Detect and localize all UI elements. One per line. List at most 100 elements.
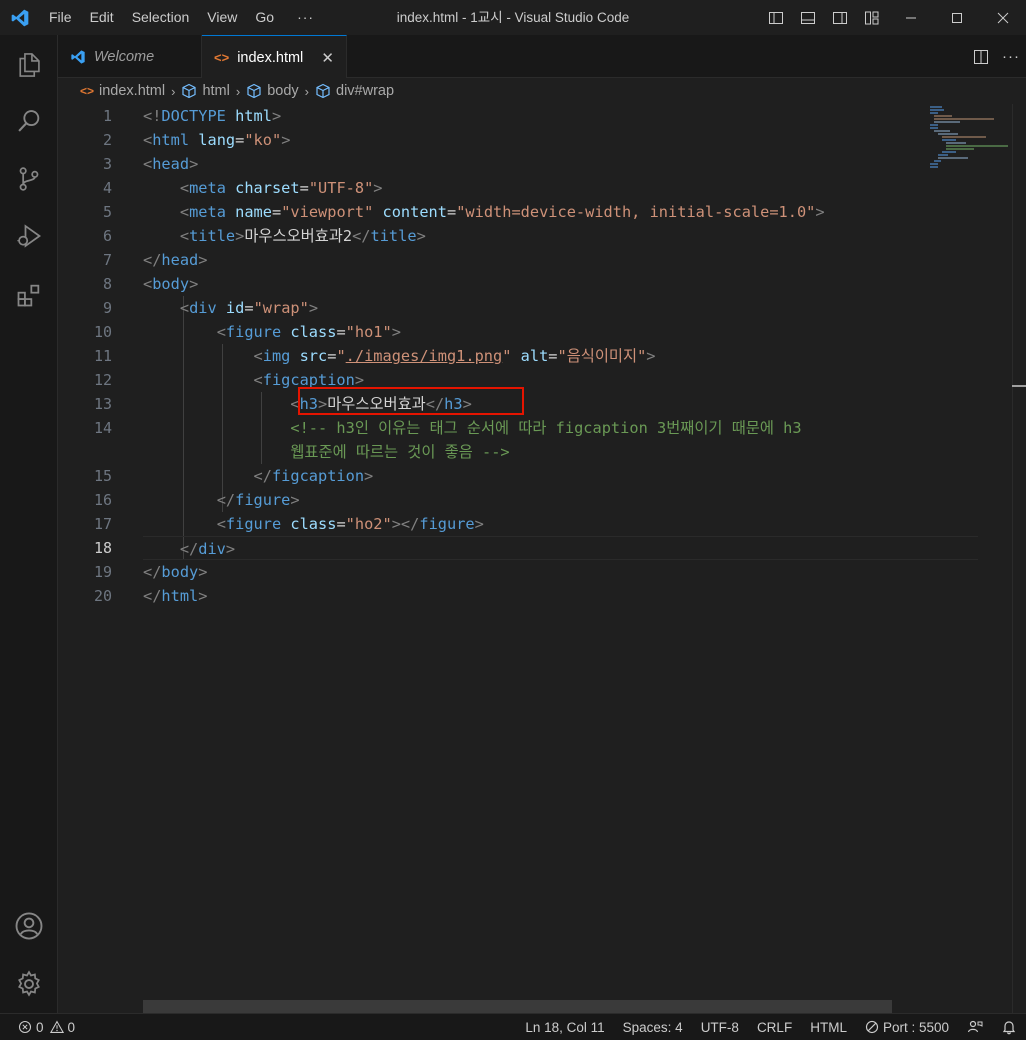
language-mode[interactable]: HTML xyxy=(801,1014,856,1040)
port-label: Port : 5500 xyxy=(882,1019,949,1035)
menu-go[interactable]: Go xyxy=(246,0,283,35)
toggle-primary-sidebar-icon[interactable] xyxy=(760,0,792,35)
symbol-element-icon xyxy=(246,83,262,99)
split-editor-icon[interactable] xyxy=(966,35,996,78)
breadcrumb-html[interactable]: html xyxy=(181,83,230,99)
close-window-icon[interactable] xyxy=(980,0,1026,35)
vertical-scrollbar[interactable] xyxy=(1012,104,1026,1013)
breadcrumb-body-label: body xyxy=(267,83,299,99)
code-line-6: <title>마우스오버효과2</title> xyxy=(179,227,426,245)
tab-label: Welcome xyxy=(94,48,155,65)
explorer-icon[interactable] xyxy=(0,37,58,93)
code-editor[interactable]: 1 2 3 4 5 6 7 8 9 10 11 12 13 14 15 16 1… xyxy=(58,104,1026,1013)
line-number: 2 xyxy=(102,131,112,149)
line-number: 1 xyxy=(102,107,112,125)
highlight-annotation-box xyxy=(298,387,524,415)
encoding[interactable]: UTF-8 xyxy=(692,1014,748,1040)
code-line-7: </head> xyxy=(143,251,208,269)
cursor-position[interactable]: Ln 18, Col 11 xyxy=(516,1014,613,1040)
feedback-icon[interactable] xyxy=(958,1014,992,1040)
line-number xyxy=(58,440,138,464)
code-line-5: <meta name="viewport" content="width=dev… xyxy=(179,203,825,221)
symbol-element-icon xyxy=(181,83,197,99)
source-control-icon[interactable] xyxy=(0,151,58,207)
minimap[interactable] xyxy=(920,104,1026,1013)
breadcrumb-div-wrap[interactable]: div#wrap xyxy=(315,83,394,99)
toggle-secondary-sidebar-icon[interactable] xyxy=(824,0,856,35)
status-bar-right: Ln 18, Col 11 Spaces: 4 UTF-8 CRLF HTML … xyxy=(516,1014,1026,1040)
line-number: 4 xyxy=(102,179,112,197)
manage-gear-icon[interactable] xyxy=(0,956,58,1012)
breadcrumb-body[interactable]: body xyxy=(246,83,299,99)
breadcrumb-file-label: index.html xyxy=(99,83,166,99)
menu-selection[interactable]: Selection xyxy=(123,0,199,35)
breadcrumb-html-label: html xyxy=(202,83,230,99)
close-tab-icon[interactable]: ✕ xyxy=(321,49,334,67)
menu-bar: File Edit Selection View Go ··· xyxy=(40,0,328,35)
image-path-link[interactable]: ./images/img1.png xyxy=(346,347,503,365)
chevron-right-icon: › xyxy=(171,83,176,99)
problems-indicator[interactable]: 0 0 xyxy=(0,1020,75,1035)
editor-actions: ··· xyxy=(966,35,1026,78)
line-number-current: 18 xyxy=(93,539,112,557)
warning-icon xyxy=(49,1020,64,1034)
menu-view[interactable]: View xyxy=(198,0,246,35)
scrollbar-cursor-marker xyxy=(1012,385,1026,387)
code-line-18-current: </div> xyxy=(143,536,978,560)
line-number: 7 xyxy=(102,251,112,269)
menu-more-button[interactable]: ··· xyxy=(283,0,328,35)
run-debug-icon[interactable] xyxy=(0,208,58,264)
breadcrumb-div-label: div#wrap xyxy=(336,83,395,99)
code-line-19: </body> xyxy=(143,563,208,581)
line-number: 3 xyxy=(102,155,112,173)
more-actions-icon[interactable]: ··· xyxy=(996,35,1026,78)
code-line-16: </figure> xyxy=(216,491,300,509)
line-number: 15 xyxy=(93,467,112,485)
warning-count: 0 xyxy=(67,1019,76,1035)
breadcrumb-file[interactable]: <> index.html xyxy=(80,83,165,99)
menu-edit[interactable]: Edit xyxy=(81,0,123,35)
indentation[interactable]: Spaces: 4 xyxy=(614,1014,692,1040)
tab-label: index.html xyxy=(237,49,304,66)
tab-index-html[interactable]: <> index.html ✕ xyxy=(202,35,347,79)
code-line-15: </figcaption> xyxy=(253,467,374,485)
code-line-20: </html> xyxy=(143,587,208,605)
notifications-bell-icon[interactable] xyxy=(992,1014,1026,1040)
live-server-port[interactable]: Port : 5500 xyxy=(856,1014,958,1040)
code-line-8: <body> xyxy=(143,275,199,293)
search-icon[interactable] xyxy=(0,93,58,149)
code-line-3: <head> xyxy=(143,155,199,173)
vscode-logo-icon xyxy=(0,0,40,35)
menu-file[interactable]: File xyxy=(40,0,81,35)
end-of-line[interactable]: CRLF xyxy=(748,1014,801,1040)
code-line-14-wrap: 웹표준에 따르는 것이 좋음 --> xyxy=(290,443,510,461)
code-line-11: <img src="./images/img1.png" alt="음식이미지"… xyxy=(253,347,656,365)
line-number: 11 xyxy=(93,347,112,365)
line-number: 20 xyxy=(93,587,112,605)
error-icon xyxy=(18,1020,32,1034)
line-number: 9 xyxy=(102,299,112,317)
code-line-17: <figure class="ho2"></figure> xyxy=(216,515,484,533)
code-line-4: <meta charset="UTF-8"> xyxy=(179,179,383,197)
code-line-12: <figcaption> xyxy=(253,371,365,389)
line-number: 13 xyxy=(93,395,112,413)
toggle-panel-icon[interactable] xyxy=(792,0,824,35)
line-number: 8 xyxy=(102,275,112,293)
line-number: 16 xyxy=(93,491,112,509)
accounts-icon[interactable] xyxy=(0,898,58,954)
line-number: 17 xyxy=(93,515,112,533)
minimize-icon[interactable] xyxy=(888,0,934,35)
html-file-icon: <> xyxy=(80,84,95,98)
maximize-icon[interactable] xyxy=(934,0,980,35)
code-lines[interactable]: <!DOCTYPE html> <html lang="ko"> <head> … xyxy=(143,104,978,608)
customize-layout-icon[interactable] xyxy=(856,0,888,35)
line-number: 19 xyxy=(93,563,112,581)
breadcrumb: <> index.html › html › body › div#wrap xyxy=(58,78,1026,104)
line-number: 14 xyxy=(93,419,112,437)
horizontal-scrollbar[interactable] xyxy=(143,1000,892,1013)
extensions-icon[interactable] xyxy=(0,267,58,323)
tab-welcome[interactable]: Welcome xyxy=(58,35,202,78)
title-actions xyxy=(760,0,1026,35)
title-bar: File Edit Selection View Go ··· index.ht… xyxy=(0,0,1026,35)
line-number: 5 xyxy=(102,203,112,221)
